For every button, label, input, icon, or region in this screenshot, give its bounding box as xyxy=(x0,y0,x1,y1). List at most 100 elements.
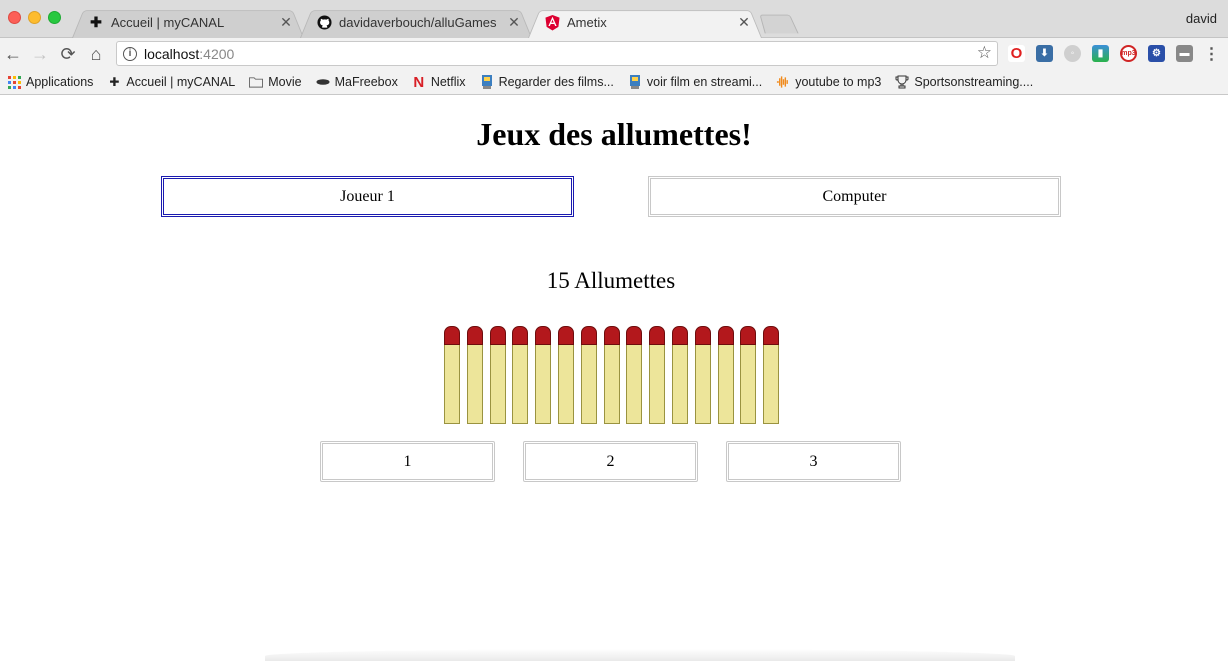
folder-icon xyxy=(249,75,264,89)
take-2-button[interactable]: 2 xyxy=(523,441,698,482)
matchstick-head xyxy=(558,326,574,345)
bookmark-label: Sportsonstreaming.... xyxy=(914,75,1034,89)
matchstick-head xyxy=(512,326,528,345)
matchstick-head xyxy=(649,326,665,345)
matchstick-head xyxy=(695,326,711,345)
freebox-icon xyxy=(316,75,330,89)
matchstick-stick xyxy=(535,344,551,424)
home-icon[interactable]: ⌂ xyxy=(85,43,107,65)
browser-tab-allugames[interactable]: davidaverbouch/alluGames ✕ xyxy=(300,7,532,39)
bookmark-movie-folder[interactable]: Movie xyxy=(249,75,302,89)
angular-icon xyxy=(544,14,560,31)
matchstick-head xyxy=(535,326,551,345)
bookmark-star-icon[interactable]: ☆ xyxy=(977,43,992,63)
browser-tab-strip: ✚ Accueil | myCANAL ✕ davidaverbouch/all… xyxy=(0,0,1228,39)
forward-arrow-icon[interactable]: → xyxy=(29,43,51,65)
browser-tab-mycanal[interactable]: ✚ Accueil | myCANAL ✕ xyxy=(72,7,304,39)
matchstick-stick xyxy=(512,344,528,424)
matchstick-head xyxy=(718,326,734,345)
plus-icon: ✚ xyxy=(109,75,120,89)
matchstick xyxy=(672,326,688,424)
address-bar[interactable]: i localhost:4200 ☆ xyxy=(116,41,998,66)
browser-tab-ametix[interactable]: Ametix ✕ xyxy=(528,7,762,39)
apps-grid-icon xyxy=(7,75,21,89)
bookmark-youtube-mp3[interactable]: youtube to mp3 xyxy=(776,75,881,89)
matchstick-stick xyxy=(649,344,665,424)
matchstick-stick xyxy=(490,344,506,424)
tab-close-icon[interactable]: ✕ xyxy=(738,14,750,31)
take-1-button[interactable]: 1 xyxy=(320,441,495,482)
address-port: :4200 xyxy=(199,45,235,62)
tab-close-icon[interactable]: ✕ xyxy=(508,14,520,31)
matchstick xyxy=(512,326,528,424)
mp3-extension-icon[interactable]: mp3 xyxy=(1120,45,1137,62)
matchstick xyxy=(581,326,597,424)
back-arrow-icon[interactable]: ← xyxy=(2,43,24,65)
window-minimize-button[interactable] xyxy=(28,11,41,24)
profile-name[interactable]: david xyxy=(1186,11,1217,26)
matchstick-stick xyxy=(672,344,688,424)
matchstick-stick xyxy=(581,344,597,424)
matchstick-head xyxy=(740,326,756,345)
new-tab-button[interactable] xyxy=(759,14,799,34)
film-icon xyxy=(628,75,642,89)
download-extension-icon[interactable]: ⬇ xyxy=(1036,45,1053,62)
menu-icon[interactable]: ⋮ xyxy=(1203,45,1220,63)
site-info-icon[interactable]: i xyxy=(123,46,137,61)
bookmark-voir-film[interactable]: voir film en streami... xyxy=(628,75,762,89)
matchstick-head xyxy=(467,326,483,345)
audio-wave-icon xyxy=(776,75,790,89)
bottom-shadow xyxy=(265,649,1015,661)
matchstick-head xyxy=(581,326,597,345)
bookmark-label: Netflix xyxy=(430,75,466,89)
bookmark-mycanal[interactable]: ✚ Accueil | myCANAL xyxy=(107,75,235,89)
tab-close-icon[interactable]: ✕ xyxy=(280,14,292,31)
tab-title: Ametix xyxy=(567,15,607,30)
matchstick-stick xyxy=(558,344,574,424)
plus-icon: ✚ xyxy=(90,14,102,30)
matchstick xyxy=(558,326,574,424)
matchstick-head xyxy=(604,326,620,345)
matchstick xyxy=(604,326,620,424)
window-close-button[interactable] xyxy=(8,11,21,24)
bookmark-label: Applications xyxy=(26,75,94,89)
colorful-extension-icon[interactable]: ▮ xyxy=(1092,45,1109,62)
matchstick-stick xyxy=(444,344,460,424)
matchstick xyxy=(490,326,506,424)
reload-icon[interactable]: ⟳ xyxy=(57,43,79,65)
matchstick-stick xyxy=(467,344,483,424)
bookmark-mafreebox[interactable]: MaFreebox xyxy=(316,75,398,89)
page-content: Jeux des allumettes! Joueur 1 Computer 1… xyxy=(0,96,1228,661)
bookmark-regarder-films[interactable]: Regarder des films... xyxy=(480,75,614,89)
window-zoom-button[interactable] xyxy=(48,11,61,24)
tab-title: Accueil | myCANAL xyxy=(111,15,225,30)
matchstick xyxy=(718,326,734,424)
gray-extension-icon[interactable]: ◦ xyxy=(1064,45,1081,62)
matchstick xyxy=(467,326,483,424)
bookmark-sportsonstreaming[interactable]: Sportsonstreaming.... xyxy=(895,75,1033,89)
player-1-button[interactable]: Joueur 1 xyxy=(161,176,574,217)
matchstick-head xyxy=(490,326,506,345)
matchstick-stick xyxy=(718,344,734,424)
matches-count-label: 15 Allumettes xyxy=(546,268,676,293)
film-icon xyxy=(480,75,494,89)
blue-extension-icon[interactable]: ⚙ xyxy=(1148,45,1165,62)
bookmark-applications[interactable]: Applications xyxy=(7,75,93,89)
matchstick-head xyxy=(626,326,642,345)
matchstick xyxy=(626,326,642,424)
bookmark-label: youtube to mp3 xyxy=(795,75,882,89)
matchstick-stick xyxy=(740,344,756,424)
take-3-button[interactable]: 3 xyxy=(726,441,901,482)
bookmarks-bar: Applications ✚ Accueil | myCANAL Movie M… xyxy=(0,70,1228,95)
opera-extension-icon[interactable]: O xyxy=(1008,45,1025,62)
matchstick xyxy=(763,326,779,424)
bookmark-label: Movie xyxy=(268,75,302,89)
bookmark-netflix[interactable]: N Netflix xyxy=(412,74,466,91)
bookmark-label: Regarder des films... xyxy=(498,75,614,89)
matchstick xyxy=(444,326,460,424)
matchstick xyxy=(695,326,711,424)
computer-player-button[interactable]: Computer xyxy=(648,176,1061,217)
gray-box-extension-icon[interactable]: ▬ xyxy=(1176,45,1193,62)
tab-title: davidaverbouch/alluGames xyxy=(339,15,497,30)
github-icon xyxy=(316,15,332,31)
